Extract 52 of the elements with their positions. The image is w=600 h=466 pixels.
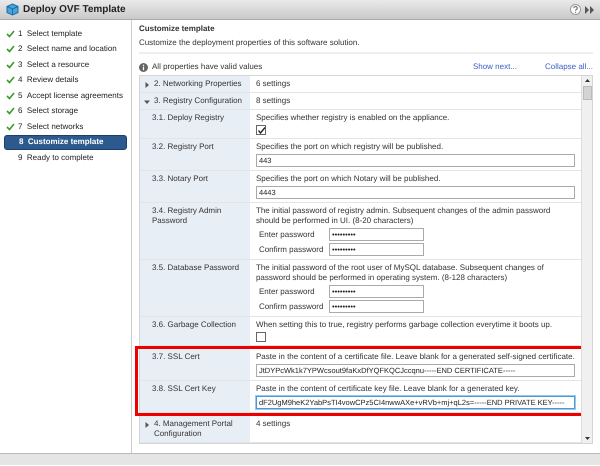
expand-arrow-icon[interactable] [144,82,150,88]
property-label: 3.7. SSL Cert [152,352,200,362]
property-label: 3.1. Deploy Registry [152,113,224,123]
wizard-step[interactable]: 8 Customize template [4,134,127,150]
property-description: When setting this to true, registry performs garbage collection everytime it boots up. [256,320,554,330]
wizard-step[interactable]: 5 Accept license agreements [4,88,127,104]
expand-icon[interactable] [585,6,594,14]
property-label: 3.4. Registry Admin Password [152,206,222,226]
property-description: Paste in the content of a certificate file. Leave blank for a generated self-signed certificate. [256,352,575,362]
property-description: Specifies the port on which registry will be published. [256,142,444,152]
property-label: 3.8. SSL Cert Key [152,384,216,394]
group-label: 4. Management Portal Configuration [154,419,234,439]
property-label: 3.6. Garbage Collection [152,320,236,330]
help-icon[interactable] [570,4,581,15]
property-label: 3.2. Registry Port [152,142,214,152]
group-label: 3. Registry Configuration [154,96,242,106]
package-icon [6,3,19,16]
page-description: Customize the deployment properties of this software solution. [138,38,361,48]
wizard-step[interactable]: 9 Ready to complete [4,150,127,166]
scroll-thumb[interactable] [582,86,592,100]
wizard-step[interactable]: 7 Select networks [4,119,127,134]
settings-count: 8 settings [256,96,290,105]
link[interactable]: Collapse all... [544,62,593,72]
property-description: Paste in the content of certificate key file. Leave blank for a generated key. [256,384,521,394]
window-title: Deploy OVF Template [23,4,126,14]
wizard-step[interactable]: 6 Select storage [4,104,127,119]
info-icon [138,62,148,72]
field-label: Enter password [258,230,316,240]
group-label: 2. Networking Properties [154,79,242,89]
wizard-step[interactable]: 1 Select template [4,26,127,42]
settings-count: 6 settings [256,79,290,88]
expand-arrow-icon[interactable] [144,422,150,428]
property-label: 3.5. Database Password [152,263,240,273]
settings-count: 4 settings [256,419,290,428]
status-message: All properties have valid values [152,62,262,72]
collapse-arrow-icon[interactable] [144,99,150,105]
checkbox[interactable] [256,332,266,342]
wizard-step[interactable]: 3 Select a resource [4,57,127,72]
scrollbar[interactable] [581,76,592,443]
property-description: The initial password of registry admin. Subsequent changes of the admin password should be performed in UI. (8-20 characters) [256,206,552,226]
wizard-step[interactable]: 4 Review details [4,72,127,88]
property-description: The initial password of the root user of MySQL database. Subsequent changes of password should be performed in operating system. (8-128 characters) [256,263,545,283]
property-label: 3.3. Notary Port [152,174,208,184]
field-label: Enter password [258,286,316,296]
field-label: Confirm password [258,302,321,312]
field-label: Confirm password [258,244,321,254]
wizard-step[interactable]: 2 Select name and location [4,42,127,57]
property-description: Specifies whether registry is enabled on the appliance. [256,113,450,123]
page-title: Customize template [138,24,216,34]
checkbox[interactable] [256,125,266,135]
property-description: Specifies the port on which Notary will be published. [256,174,442,184]
link[interactable]: Show next... [472,62,517,72]
